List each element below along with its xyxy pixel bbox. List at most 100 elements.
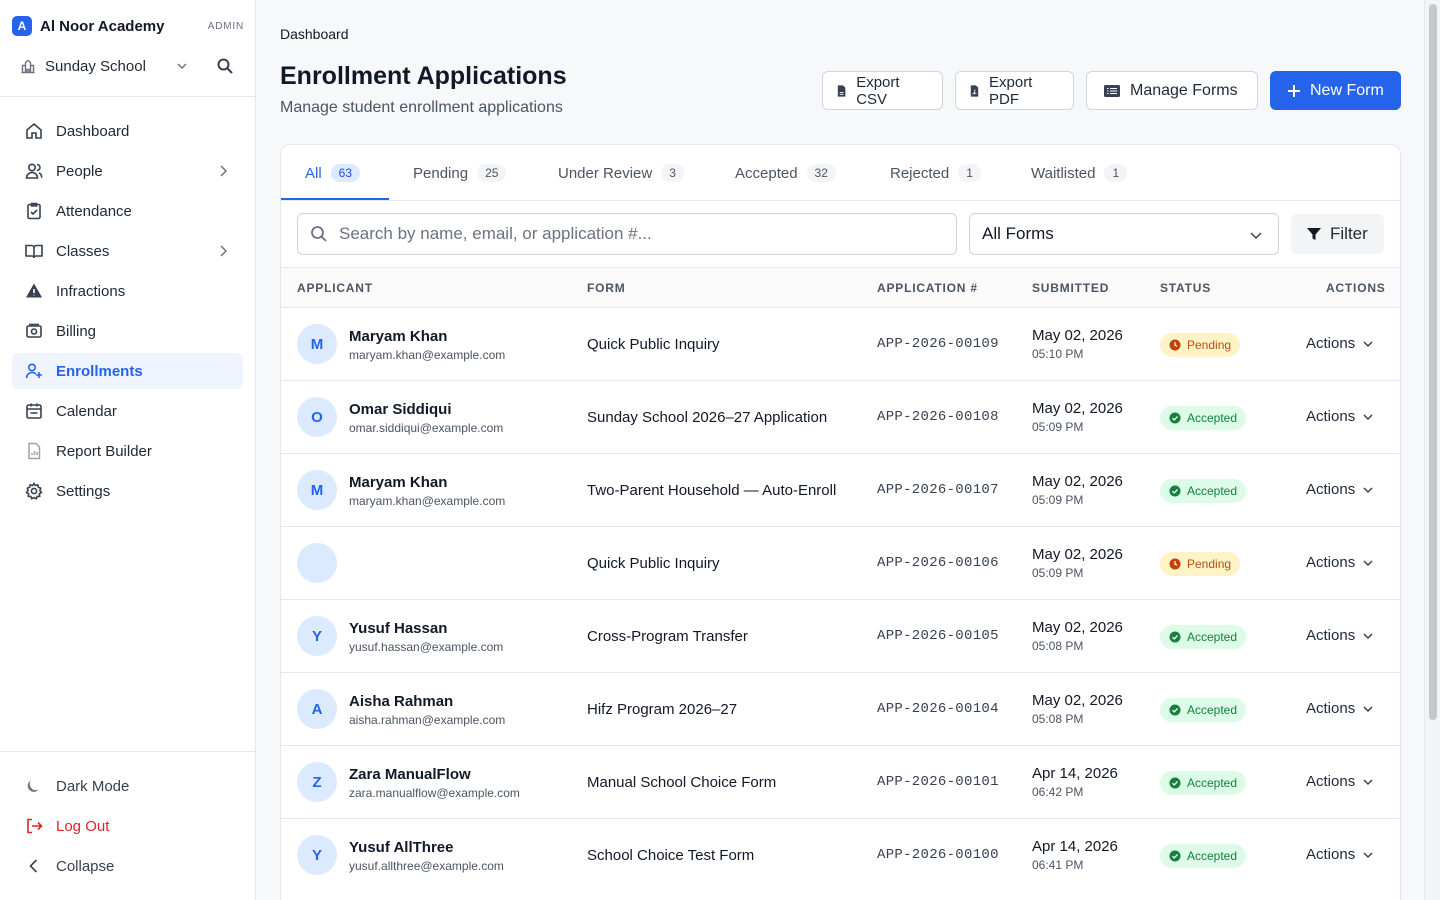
sidebar-item-classes[interactable]: Classes <box>12 233 243 269</box>
export-pdf-label: Export PDF <box>989 73 1033 108</box>
column-header: STATUS <box>1160 281 1212 295</box>
sidebar-item-label: Infractions <box>56 282 126 300</box>
sidebar-item-label: Dashboard <box>56 122 130 140</box>
search-box[interactable] <box>297 213 957 255</box>
applicant-name[interactable]: Aisha Rahman <box>349 693 453 710</box>
tab-rejected[interactable]: Rejected 1 <box>890 145 981 201</box>
table-row[interactable]: Y Yusuf Hassan yusuf.hassan@example.com … <box>281 599 1400 672</box>
export-csv-button[interactable]: Export CSV <box>822 71 943 110</box>
table-row[interactable]: A Aisha Rahman aisha.rahman@example.com … <box>281 672 1400 745</box>
tab-under-review[interactable]: Under Review 3 <box>558 145 684 201</box>
actions-dropdown[interactable]: Actions <box>1306 773 1375 790</box>
applicant-email: zara.manualflow@example.com <box>349 786 520 800</box>
sidebar-item-settings[interactable]: Settings <box>12 473 243 509</box>
tab-count: 1 <box>958 164 981 182</box>
actions-dropdown[interactable]: Actions <box>1306 700 1375 717</box>
filter-button[interactable]: Filter <box>1291 214 1384 254</box>
billing-icon <box>26 323 42 338</box>
submitted-date: May 02, 2026 <box>1032 692 1123 709</box>
sidebar-bottom-nav: Dark Mode Log Out Collapse <box>12 768 243 888</box>
table-header: APPLICANT FORM APPLICATION # SUBMITTED S… <box>281 267 1400 307</box>
actions-dropdown[interactable]: Actions <box>1306 481 1375 498</box>
table-body: M Maryam Khan maryam.khan@example.com Qu… <box>281 307 1400 891</box>
scrollbar-thumb[interactable] <box>1429 4 1437 720</box>
table-row[interactable]: Z Zara ManualFlow zara.manualflow@exampl… <box>281 745 1400 818</box>
sidebar-item-billing[interactable]: Billing <box>12 313 243 349</box>
tab-count: 63 <box>330 164 361 182</box>
brand[interactable]: A Al Noor Academy ADMIN <box>12 15 244 37</box>
actions-dropdown[interactable]: Actions <box>1306 408 1375 425</box>
actions-dropdown[interactable]: Actions <box>1306 335 1375 352</box>
application-number: APP-2026-00101 <box>877 774 999 790</box>
sidebar-item-label: People <box>56 162 103 180</box>
clock-icon <box>1169 339 1181 351</box>
applicant-name[interactable]: Zara ManualFlow <box>349 766 471 783</box>
dark-mode-toggle[interactable]: Dark Mode <box>12 768 243 804</box>
school-icon <box>21 59 35 74</box>
main-content: Dashboard Enrollment Applications Manage… <box>256 0 1424 900</box>
applicant-email: aisha.rahman@example.com <box>349 713 506 727</box>
logout-button[interactable]: Log Out <box>12 808 243 844</box>
applicant-name[interactable]: Yusuf Hassan <box>349 620 447 637</box>
sidebar-divider <box>0 751 256 752</box>
applicant-name[interactable]: Maryam Khan <box>349 474 447 491</box>
table-row[interactable]: O Omar Siddiqui omar.siddiqui@example.co… <box>281 380 1400 453</box>
sidebar-item-enrollments[interactable]: Enrollments <box>12 353 243 389</box>
list-icon <box>1104 84 1120 97</box>
tab-label: Accepted <box>735 164 798 182</box>
form-name: Quick Public Inquiry <box>587 555 720 572</box>
avatar: Y <box>297 835 337 875</box>
tab-all[interactable]: All 63 <box>305 145 361 201</box>
applicant-name[interactable]: Omar Siddiqui <box>349 401 452 418</box>
submitted-time: 05:09 PM <box>1032 493 1084 507</box>
role-badge: ADMIN <box>207 20 244 32</box>
tab-accepted[interactable]: Accepted 32 <box>735 145 836 201</box>
brand-logo: A <box>12 16 32 36</box>
application-number: APP-2026-00100 <box>877 847 999 863</box>
export-pdf-button[interactable]: Export PDF <box>955 71 1074 110</box>
actions-dropdown[interactable]: Actions <box>1306 846 1375 863</box>
chevron-down-icon <box>1363 559 1373 566</box>
tab-pending[interactable]: Pending 25 <box>413 145 507 201</box>
actions-label: Actions <box>1306 335 1356 352</box>
table-row[interactable]: Quick Public Inquiry APP-2026-00106 May … <box>281 526 1400 599</box>
form-name: Sunday School 2026–27 Application <box>587 409 828 426</box>
applicant-email: omar.siddiqui@example.com <box>349 421 504 435</box>
school-switcher[interactable]: Sunday School <box>20 54 244 78</box>
chevron-down-icon[interactable] <box>174 58 190 74</box>
submitted-time: 05:08 PM <box>1032 639 1084 653</box>
form-filter-select[interactable]: All Forms <box>969 213 1279 255</box>
status-badge: Accepted <box>1160 479 1247 503</box>
page-scrollbar[interactable] <box>1424 0 1440 900</box>
calendar-icon <box>26 403 42 419</box>
search-icon[interactable] <box>216 57 234 75</box>
form-name: Hifz Program 2026–27 <box>587 701 738 718</box>
sidebar-item-attendance[interactable]: Attendance <box>12 193 243 229</box>
search-input[interactable] <box>339 224 939 244</box>
file-pdf-icon <box>970 84 979 97</box>
collapse-button[interactable]: Collapse <box>12 848 243 884</box>
new-form-button[interactable]: New Form <box>1270 71 1401 110</box>
sidebar-nav: Dashboard People Attendance Classes Infr… <box>12 113 243 513</box>
submitted-date: May 02, 2026 <box>1032 546 1123 563</box>
applicant-name[interactable]: Yusuf AllThree <box>349 839 453 856</box>
tab-count: 1 <box>1104 164 1128 182</box>
applicant-name[interactable]: Maryam Khan <box>349 328 447 345</box>
actions-dropdown[interactable]: Actions <box>1306 554 1375 571</box>
table-row[interactable]: Y Yusuf AllThree yusuf.allthree@example.… <box>281 818 1400 891</box>
table-row[interactable]: M Maryam Khan maryam.khan@example.com Tw… <box>281 453 1400 526</box>
users-icon <box>25 163 43 179</box>
brand-name: Al Noor Academy <box>40 17 165 35</box>
tab-waitlisted[interactable]: Waitlisted 1 <box>1031 145 1128 201</box>
breadcrumb[interactable]: Dashboard <box>280 26 349 42</box>
manage-forms-button[interactable]: Manage Forms <box>1086 71 1258 110</box>
sidebar-item-calendar[interactable]: Calendar <box>12 393 243 429</box>
sidebar-item-dashboard[interactable]: Dashboard <box>12 113 243 149</box>
sidebar-item-report-builder[interactable]: Report Builder <box>12 433 243 469</box>
application-number: APP-2026-00108 <box>877 409 999 425</box>
plus-icon <box>1288 84 1300 97</box>
actions-dropdown[interactable]: Actions <box>1306 627 1375 644</box>
table-row[interactable]: M Maryam Khan maryam.khan@example.com Qu… <box>281 307 1400 380</box>
sidebar-item-people[interactable]: People <box>12 153 243 189</box>
sidebar-item-infractions[interactable]: Infractions <box>12 273 243 309</box>
